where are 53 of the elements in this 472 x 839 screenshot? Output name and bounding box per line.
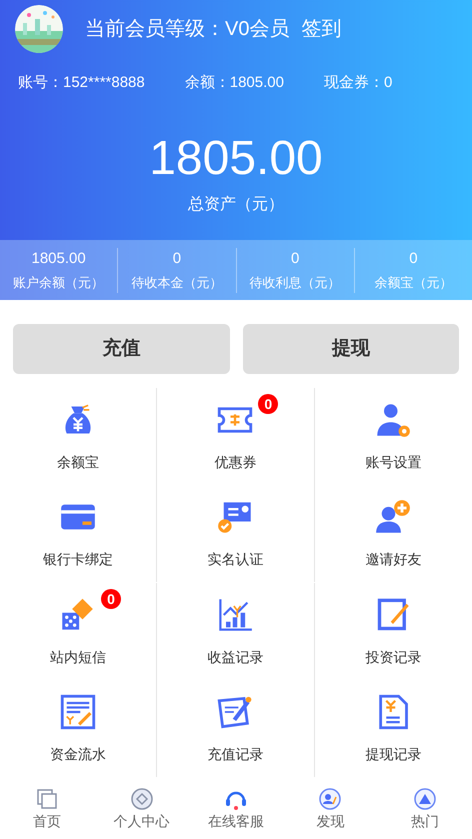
menu-label: 余额宝	[57, 453, 100, 472]
menu-item[interactable]: 实名认证	[157, 485, 315, 582]
notepad-pen-icon	[375, 596, 412, 632]
pages-icon	[35, 787, 60, 811]
menu-label: 邀请好友	[365, 550, 422, 570]
stat-label: 账户余额（元）	[13, 274, 104, 292]
tab-item[interactable]: 在线客服	[188, 787, 284, 839]
menu-item[interactable]: 账号设置	[314, 388, 472, 485]
stat-value: 0	[409, 248, 418, 268]
menu-label: 实名认证	[207, 550, 264, 570]
add-user-icon	[375, 499, 412, 536]
menu-item[interactable]: 站内短信 0	[0, 582, 158, 680]
menu-item[interactable]: 提现记录	[314, 680, 472, 777]
menu-item[interactable]: 银行卡绑定	[0, 485, 158, 582]
account-info: 账号：152****8888	[18, 73, 145, 93]
count-badge: 0	[258, 394, 278, 414]
menu-item[interactable]: 余额宝	[0, 388, 158, 485]
compass-icon	[130, 787, 154, 811]
total-amount: 1805.00	[148, 134, 324, 182]
tab-item[interactable]: 发现	[283, 787, 378, 839]
menu-item[interactable]: 优惠券 0	[157, 388, 315, 485]
total-label: 总资产（元）	[187, 194, 285, 214]
stat-value: 0	[290, 248, 300, 268]
account-info: 现金券：0	[324, 73, 392, 93]
tab-item[interactable]: 个人中心	[94, 787, 189, 839]
menu-item[interactable]: 收益记录	[157, 582, 315, 680]
stat-value: 0	[172, 248, 182, 268]
ledger-icon	[60, 694, 96, 730]
stat-label: 待收利息（元）	[250, 274, 341, 292]
menu-label: 投资记录	[365, 648, 422, 666]
chart-icon	[217, 596, 254, 632]
menu-label: 银行卡绑定	[43, 550, 114, 570]
account-info: 余额：1805.00	[184, 73, 284, 93]
menu-label: 账号设置	[365, 453, 422, 472]
menu-item[interactable]: 投资记录	[314, 582, 472, 680]
tab-item[interactable]: 热门	[378, 787, 472, 839]
tab-item[interactable]: 首页	[0, 787, 94, 839]
menu-label: 资金流水	[50, 744, 106, 764]
member-level: 当前会员等级：V0会员	[85, 17, 290, 42]
menu-label: 收益记录	[207, 648, 264, 666]
count-badge: 0	[101, 588, 121, 608]
user-pen-icon	[318, 787, 342, 811]
user-gear-icon	[375, 402, 412, 438]
stat-label: 余额宝（元）	[374, 274, 452, 292]
stat-value: 1805.00	[32, 248, 86, 268]
menu-label: 站内短信	[50, 648, 106, 666]
withdraw-button[interactable]: 提现	[242, 324, 459, 374]
menu-label: 提现记录	[365, 744, 422, 764]
recharge-button[interactable]: 充值	[13, 324, 230, 374]
stat-label: 待收本金（元）	[131, 274, 222, 292]
menu-item[interactable]: 邀请好友	[314, 485, 472, 582]
menu-label: 充值记录	[207, 744, 264, 764]
menu-label: 优惠券	[214, 453, 256, 472]
